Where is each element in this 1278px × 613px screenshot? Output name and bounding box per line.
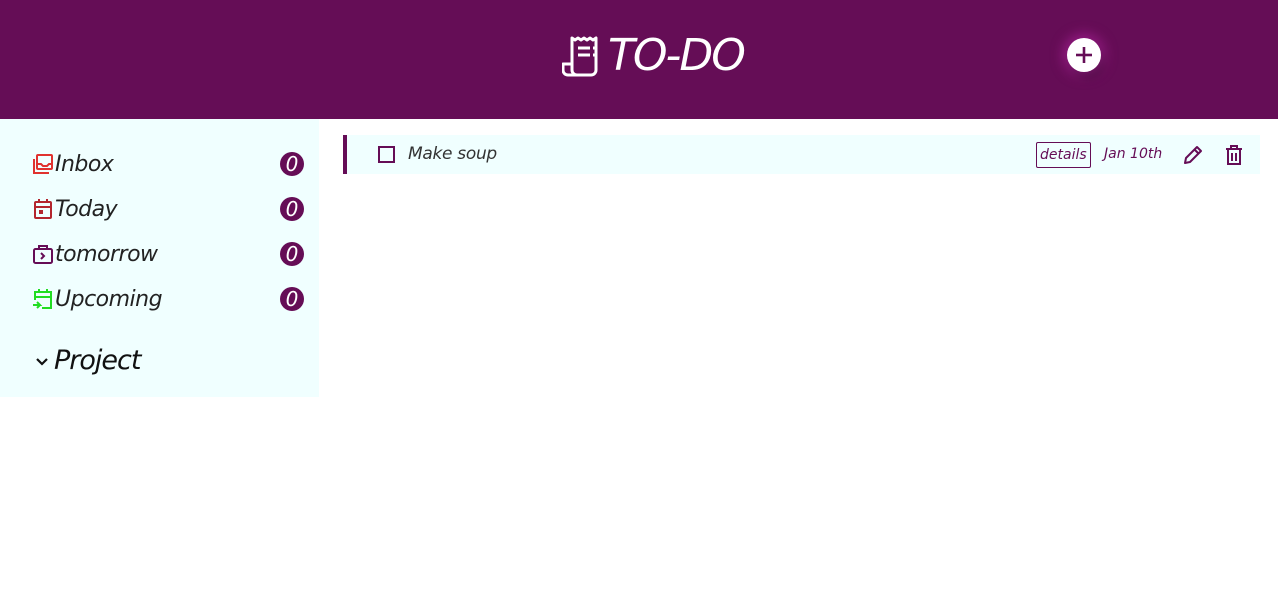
app-title: TO-DO <box>608 30 746 81</box>
brand: TO-DO <box>562 28 746 84</box>
sidebar-item-upcoming[interactable]: Upcoming 0 <box>32 282 304 316</box>
task-row[interactable]: Make soup details Jan 10th <box>343 135 1260 174</box>
task-date: Jan 10th <box>1104 146 1163 162</box>
delete-task-button[interactable] <box>1223 144 1245 166</box>
sidebar-item-label: Today <box>55 196 118 222</box>
calendar-next-icon <box>33 245 53 264</box>
receipt-icon <box>562 36 598 77</box>
calendar-upcoming-icon <box>33 289 52 309</box>
add-task-button[interactable] <box>1067 38 1101 72</box>
sidebar-item-tomorrow[interactable]: tomorrow 0 <box>32 237 304 271</box>
trash-icon <box>1226 145 1242 165</box>
count-badge: 0 <box>280 152 304 176</box>
plus-circle-icon <box>1076 47 1092 63</box>
count-badge: 0 <box>280 287 304 311</box>
inbox-icon <box>33 154 53 174</box>
sidebar-item-today[interactable]: Today 0 <box>32 192 304 226</box>
sidebar-item-label: Inbox <box>55 151 114 177</box>
edit-task-button[interactable] <box>1182 144 1204 166</box>
details-button[interactable]: details <box>1036 142 1091 168</box>
task-title: Make soup <box>408 144 497 164</box>
sidebar-item-label: Upcoming <box>55 286 163 312</box>
sidebar-item-label: tomorrow <box>55 241 158 267</box>
pencil-icon <box>1184 146 1202 164</box>
calendar-today-icon <box>34 199 52 219</box>
project-heading: Project <box>54 345 141 376</box>
count-badge: 0 <box>280 197 304 221</box>
project-toggle[interactable]: Project <box>34 345 141 376</box>
count-badge: 0 <box>280 242 304 266</box>
task-checkbox[interactable] <box>378 146 395 163</box>
sidebar-item-inbox[interactable]: Inbox 0 <box>32 147 304 181</box>
app-header: TO-DO <box>0 0 1278 119</box>
chevron-down-icon <box>36 357 48 366</box>
